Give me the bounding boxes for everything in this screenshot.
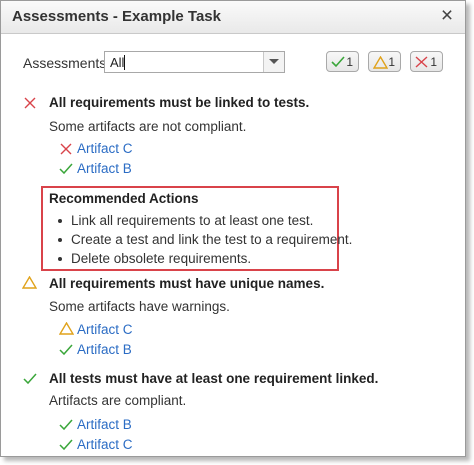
- assessment-description: Some artifacts have warnings.: [49, 299, 230, 314]
- assessments-filter-value[interactable]: All: [110, 55, 124, 70]
- assessment-description: Artifacts are compliant.: [49, 393, 187, 408]
- dialog-title: Assessments - Example Task: [12, 8, 221, 25]
- dropdown-button[interactable]: [263, 52, 284, 72]
- recommended-action-item: Create a test and link the test to a req…: [56, 230, 352, 249]
- assessment-title: All requirements must be linked to tests…: [49, 95, 310, 110]
- warning-icon: [22, 276, 37, 289]
- warning-icon: [373, 56, 388, 69]
- artifact-link[interactable]: Artifact B: [77, 417, 132, 432]
- title-bar: Assessments - Example Task ×: [1, 1, 465, 34]
- artifact-link[interactable]: Artifact C: [77, 322, 133, 337]
- assessments-filter-combobox[interactable]: All: [104, 51, 285, 73]
- pass-count-button[interactable]: 1: [326, 51, 359, 72]
- recommended-action-item: Link all requirements to at least one te…: [56, 211, 352, 230]
- assessment-description: Some artifacts are not compliant.: [49, 119, 247, 134]
- assessments-filter-label: Assessments:: [23, 55, 111, 71]
- check-icon: [59, 163, 73, 175]
- fail-count: 1: [430, 55, 437, 69]
- artifact-link[interactable]: Artifact C: [77, 437, 133, 452]
- text-cursor: [124, 55, 125, 70]
- check-icon: [331, 56, 345, 68]
- warning-icon: [59, 322, 74, 335]
- assessment-title: All tests must have at least one require…: [49, 371, 379, 386]
- pass-count: 1: [346, 55, 353, 69]
- recommended-actions-title: Recommended Actions: [49, 191, 199, 206]
- artifact-link[interactable]: Artifact C: [77, 141, 133, 156]
- artifact-link[interactable]: Artifact B: [77, 161, 132, 176]
- recommended-action-item: Delete obsolete requirements.: [56, 249, 352, 268]
- chevron-down-icon: [269, 59, 279, 64]
- warning-count: 1: [388, 55, 395, 69]
- check-icon: [59, 344, 73, 356]
- x-icon: [60, 143, 72, 155]
- fail-count-button[interactable]: 1: [410, 51, 443, 72]
- x-icon: [415, 56, 428, 68]
- artifact-link[interactable]: Artifact B: [77, 342, 132, 357]
- assessment-title: All requirements must have unique names.: [49, 276, 325, 291]
- assessments-dialog: Assessments - Example Task × Assessments…: [0, 0, 466, 457]
- check-icon: [59, 419, 73, 431]
- close-button[interactable]: ×: [437, 5, 457, 26]
- x-icon: [24, 97, 36, 109]
- recommended-actions-list: Link all requirements to at least one te…: [56, 211, 352, 268]
- warning-count-button[interactable]: 1: [368, 51, 401, 72]
- check-icon: [23, 373, 37, 385]
- check-icon: [59, 439, 73, 451]
